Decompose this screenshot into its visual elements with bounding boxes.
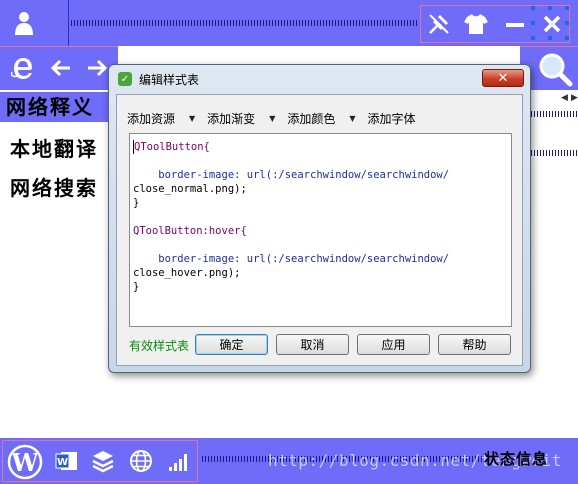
- editor-line: }: [133, 197, 140, 209]
- close-icon: ✕: [497, 70, 509, 86]
- stylesheet-dialog: ✓ 编辑样式表 ✕ 添加资源 ▼ 添加渐变 ▼ 添加颜色 ▼ 添加字体 QToo: [108, 64, 531, 373]
- menu-add-gradient[interactable]: 添加渐变 ▼: [207, 109, 275, 127]
- dialog-titlebar[interactable]: ✓ 编辑样式表 ✕: [109, 65, 530, 93]
- dropdown-arrow-icon: ▼: [189, 113, 196, 123]
- menu-add-font-label: 添加字体: [367, 111, 416, 126]
- skin-button[interactable]: [461, 9, 491, 39]
- dialog-menu: 添加资源 ▼ 添加渐变 ▼ 添加颜色 ▼ 添加字体: [127, 109, 428, 127]
- back-button[interactable]: [46, 53, 76, 83]
- minimize-button[interactable]: [500, 9, 530, 39]
- dialog-title: 编辑样式表: [139, 73, 200, 87]
- side-item-web-definition[interactable]: 网络释义: [0, 92, 118, 122]
- ok-button[interactable]: 确定: [195, 334, 268, 355]
- menu-add-gradient-label: 添加渐变: [207, 111, 256, 126]
- forward-arrow-icon: [88, 59, 108, 77]
- menu-add-resource-label: 添加资源: [127, 111, 176, 126]
- status-text: 状态信息: [484, 450, 549, 468]
- dropdown-arrow-icon: ▼: [269, 113, 276, 123]
- word-icon: W: [55, 452, 77, 470]
- wordpress-button[interactable]: W: [6, 443, 44, 481]
- editor-line: QToolButton{: [133, 140, 511, 154]
- svg-text:W: W: [57, 457, 68, 468]
- globe-icon: [130, 450, 152, 472]
- pin-button[interactable]: [424, 9, 454, 39]
- pin-icon: [429, 14, 449, 34]
- wordpress-icon: W: [7, 444, 43, 480]
- search-button[interactable]: [534, 48, 576, 90]
- editor-line: close_normal.png);: [133, 183, 247, 195]
- ie-button[interactable]: [8, 53, 38, 83]
- side-item-web-search[interactable]: 网络搜索: [10, 173, 120, 203]
- user-icon: [15, 12, 33, 35]
- editor-line: close_hover.png);: [133, 267, 241, 279]
- dropdown-arrow-icon: ▼: [349, 113, 356, 123]
- stylesheet-valid-status: 有效样式表: [129, 339, 190, 353]
- editor-line: border-image: url(:/searchwindow/searchw…: [133, 169, 450, 181]
- qt-app-icon: ✓: [118, 72, 132, 86]
- divider-hatch: [528, 111, 578, 117]
- ie-icon: [11, 58, 32, 79]
- dialog-close-button[interactable]: ✕: [482, 69, 524, 87]
- menu-add-font[interactable]: 添加字体: [368, 109, 416, 127]
- apply-button[interactable]: 应用: [357, 334, 430, 355]
- editor-line: QToolButton:hover{: [133, 225, 247, 237]
- dialog-body: 添加资源 ▼ 添加渐变 ▼ 添加颜色 ▼ 添加字体 QToolButton{ b…: [116, 94, 523, 366]
- shirt-icon: [464, 14, 488, 34]
- divider-hatch: [528, 150, 578, 156]
- layers-button[interactable]: [88, 446, 118, 476]
- selection-outline: [531, 6, 569, 40]
- svg-text:W: W: [11, 448, 40, 477]
- back-arrow-icon: [50, 59, 70, 77]
- menu-add-color[interactable]: 添加颜色 ▼: [287, 109, 355, 127]
- layers-icon: [92, 451, 114, 473]
- scroll-track[interactable]: ◀ ▶: [528, 92, 578, 106]
- globe-button[interactable]: [126, 446, 156, 476]
- stylesheet-editor[interactable]: QToolButton{ border-image: url(:/searchw…: [129, 133, 512, 327]
- title-drag-area[interactable]: [68, 0, 419, 46]
- scroll-right-icon[interactable]: ▶: [571, 93, 578, 103]
- help-button[interactable]: 帮助: [438, 334, 511, 355]
- editor-line: }: [133, 281, 140, 293]
- cancel-button[interactable]: 取消: [276, 334, 349, 355]
- scroll-left-icon[interactable]: ◀: [561, 93, 568, 103]
- signal-button[interactable]: [164, 446, 194, 476]
- search-icon: [539, 53, 573, 87]
- user-button[interactable]: [6, 6, 42, 40]
- side-item-local-translate[interactable]: 本地翻译: [10, 134, 120, 164]
- menu-add-color-label: 添加颜色: [287, 111, 336, 126]
- nav-toolbar: [0, 46, 118, 90]
- minimize-icon: [506, 23, 524, 27]
- word-button[interactable]: W: [52, 446, 82, 476]
- menu-add-resource[interactable]: 添加资源 ▼: [127, 109, 195, 127]
- signal-icon: [169, 454, 187, 471]
- editor-line: border-image: url(:/searchwindow/searchw…: [133, 253, 450, 265]
